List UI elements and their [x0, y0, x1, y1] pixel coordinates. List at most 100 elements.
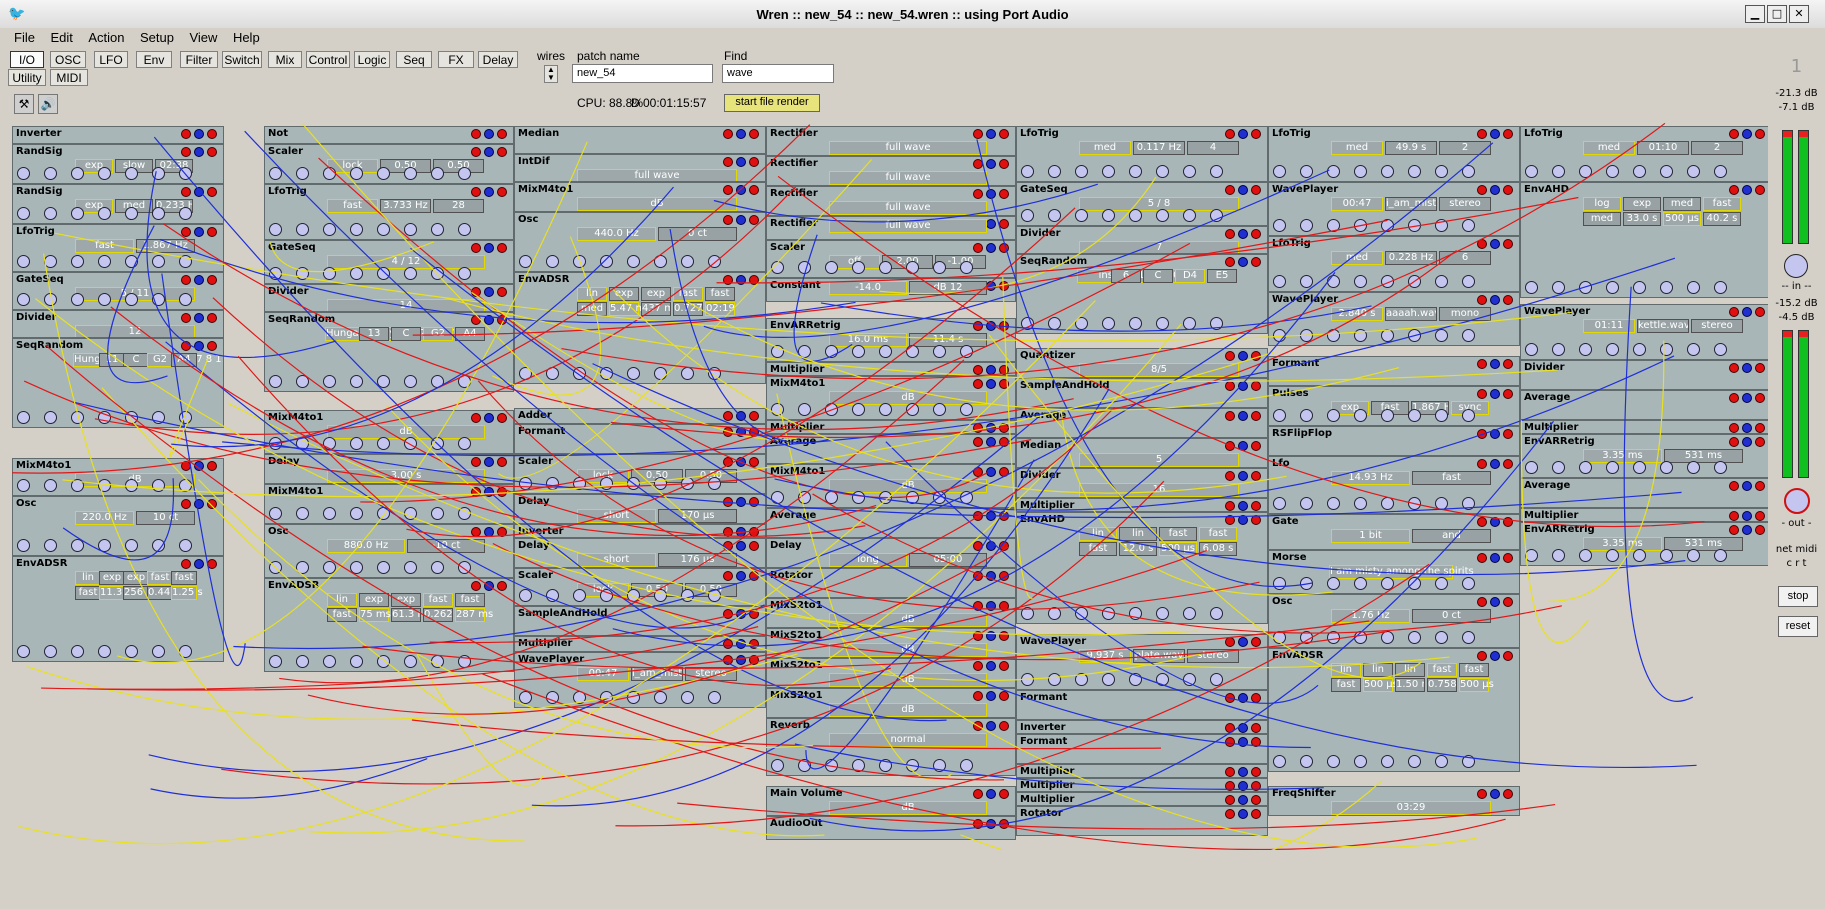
connector[interactable] [986, 571, 996, 581]
module-ports[interactable] [1477, 359, 1516, 372]
connector[interactable] [999, 243, 1009, 253]
module-average[interactable]: Average [1520, 478, 1772, 508]
module-value[interactable]: fast [1199, 527, 1237, 541]
parameter-knob[interactable] [1660, 343, 1673, 356]
parameter-knob[interactable] [44, 207, 57, 220]
parameter-knob[interactable] [681, 589, 694, 602]
module-envadsr[interactable]: EnvADSRlinlinlinfastfastfast500 µs1.50 m… [1268, 648, 1520, 772]
module-value[interactable]: A4 [455, 327, 485, 341]
connector[interactable] [1755, 481, 1765, 491]
module-value[interactable]: stereo [1691, 319, 1743, 333]
connector[interactable] [973, 321, 983, 331]
parameter-knob[interactable] [1129, 317, 1142, 330]
parameter-knob[interactable] [1660, 461, 1673, 474]
parameter-knob[interactable] [125, 479, 138, 492]
connector[interactable] [471, 187, 481, 197]
module-rectifier[interactable]: Rectifier full wave [766, 156, 1016, 186]
connector[interactable] [1503, 429, 1513, 439]
parameter-knob[interactable] [519, 589, 532, 602]
input-gain-knob[interactable] [1784, 254, 1808, 278]
parameter-knob[interactable] [1183, 317, 1196, 330]
module-divider[interactable]: Divider [1520, 360, 1772, 390]
tab-logic[interactable]: Logic [354, 51, 390, 68]
module-value[interactable]: 5 [1079, 453, 1239, 467]
parameter-knob[interactable] [17, 207, 30, 220]
parameter-knob[interactable] [654, 691, 667, 704]
connector[interactable] [1490, 239, 1500, 249]
parameter-knob[interactable] [152, 255, 165, 268]
module-value[interactable]: 6 [1111, 269, 1141, 283]
connector[interactable] [1225, 809, 1235, 819]
connector[interactable] [973, 789, 983, 799]
parameter-knob[interactable] [825, 491, 838, 504]
parameter-knob[interactable] [1606, 461, 1619, 474]
parameter-knob[interactable] [933, 759, 946, 772]
parameter-knob[interactable] [1408, 755, 1421, 768]
module-mixm4to1[interactable]: MixM4to1dB [766, 464, 1016, 508]
parameter-knob[interactable] [1408, 497, 1421, 510]
module-lfotrig[interactable]: LfoTrig med 01:10 2 [1520, 126, 1772, 182]
connector[interactable] [1490, 553, 1500, 563]
parameter-knob[interactable] [879, 403, 892, 416]
connector[interactable] [471, 527, 481, 537]
module-value[interactable]: lin [1331, 663, 1361, 677]
parameter-knob[interactable] [458, 561, 471, 574]
connector[interactable] [986, 631, 996, 641]
parameter-knob[interactable] [1102, 673, 1115, 686]
connector[interactable] [1251, 737, 1261, 747]
connector[interactable] [1238, 795, 1248, 805]
connector[interactable] [194, 341, 204, 351]
connector[interactable] [973, 819, 983, 829]
parameter-knob[interactable] [125, 411, 138, 424]
connector[interactable] [471, 315, 481, 325]
module-average[interactable]: Average [1520, 390, 1772, 420]
connector[interactable] [181, 187, 191, 197]
module-divider[interactable]: Divider 14 [264, 284, 514, 312]
parameter-knob[interactable] [323, 655, 336, 668]
connector[interactable] [749, 411, 759, 421]
parameter-knob[interactable] [71, 539, 84, 552]
parameter-knob[interactable] [350, 267, 363, 280]
parameter-knob[interactable] [1273, 577, 1286, 590]
parameter-knob[interactable] [1048, 607, 1061, 620]
module-ports[interactable] [973, 423, 1012, 433]
parameter-knob[interactable] [1462, 329, 1475, 342]
parameter-knob[interactable] [1525, 165, 1538, 178]
module-value[interactable]: fast [75, 239, 134, 253]
parameter-knob[interactable] [1300, 497, 1313, 510]
parameter-knob[interactable] [1633, 343, 1646, 356]
parameter-knob[interactable] [1408, 329, 1421, 342]
module-value[interactable]: 500 µs [1159, 542, 1197, 556]
tab-switch[interactable]: Switch [222, 51, 262, 68]
tab-fx[interactable]: FX [438, 51, 474, 68]
module-ports[interactable] [1225, 809, 1264, 822]
parameter-knob[interactable] [17, 255, 30, 268]
parameter-knob[interactable] [681, 367, 694, 380]
connector[interactable] [497, 287, 507, 297]
connector[interactable] [736, 275, 746, 285]
connector[interactable] [497, 243, 507, 253]
connector[interactable] [181, 313, 191, 323]
module-value[interactable]: fast [327, 199, 378, 213]
parameter-knob[interactable] [377, 655, 390, 668]
module-ports[interactable] [471, 129, 510, 142]
connector[interactable] [736, 609, 746, 619]
parameter-knob[interactable] [771, 261, 784, 274]
parameter-knob[interactable] [1687, 281, 1700, 294]
parameter-knob[interactable] [771, 491, 784, 504]
parameter-knob[interactable] [377, 375, 390, 388]
connector[interactable] [973, 437, 983, 447]
module-value[interactable]: lin [1363, 663, 1393, 677]
parameter-knob[interactable] [1552, 549, 1565, 562]
connector[interactable] [497, 413, 507, 423]
parameter-knob[interactable] [44, 479, 57, 492]
connector[interactable] [1225, 229, 1235, 239]
module-value[interactable]: 500 µs [1459, 678, 1494, 692]
connector[interactable] [194, 129, 204, 139]
parameter-knob[interactable] [458, 167, 471, 180]
module-value[interactable]: 7 [1079, 241, 1239, 253]
parameter-knob[interactable] [1327, 329, 1340, 342]
module-value[interactable]: 0 ct [1412, 609, 1491, 623]
parameter-knob[interactable] [458, 507, 471, 520]
parameter-knob[interactable] [179, 411, 192, 424]
